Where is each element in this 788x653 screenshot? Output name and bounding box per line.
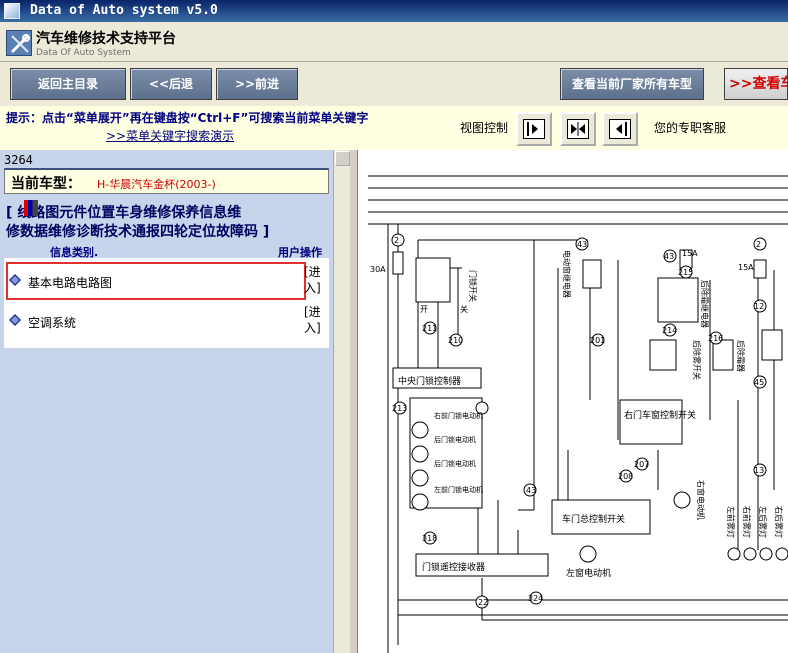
rear-motor1-label: 后门锁电动机 [434,435,476,444]
master-switch-label: 车门总控制开关 [562,513,625,525]
app-title-cn: 汽车维修技术支持平台 [36,31,176,47]
node-label: 201 [590,336,605,345]
open-label: 开 [420,305,428,314]
window-title: Data of Auto system v5.0 [30,3,218,18]
fuse-15a-label: 15A [682,249,698,258]
wiring-diagram[interactable]: 30A 15A 15A 开 关 中央门锁控制器 右门车窗控制开关 车门总控制开关… [358,150,788,653]
list-item[interactable]: 空调系统 [进入] [4,300,329,340]
lf-motor-label: 左前门锁电动机 [434,485,483,494]
node-label: 12 [754,302,764,311]
list-item[interactable]: 基本电路电路图 [进入] [4,260,329,300]
right-window-switch-label: 右门车窗控制开关 [624,409,696,421]
view-split-button[interactable] [560,112,596,146]
node-label: 208 [618,472,633,481]
scroll-up-icon[interactable] [335,151,350,166]
node-label: 318 [422,534,437,543]
view-more-button[interactable]: >>查看车 [724,68,788,100]
forward-button[interactable]: >>前进 [216,68,298,100]
model-code: 3264 [4,153,33,167]
fog-lamp-label: 左前雾灯 [726,506,736,538]
service-label[interactable]: 您的专职客服 [654,119,726,136]
info-nav-line2[interactable]: 修数据维修诊断技术通报四轮定位故障码 ] [6,221,269,241]
left-window-motor-label: 左窗电动机 [566,567,611,579]
view-right-panel-button[interactable] [602,112,638,146]
home-button[interactable]: 返回主目录 [10,68,126,100]
toolbar: 返回主目录 <<后退 >>前进 查看当前厂家所有车型 >>查看车 [0,62,788,106]
close-label: 关 [460,304,468,314]
fog-lamp-label: 右后雾灯 [774,506,784,538]
fuse-30a-label: 30A [370,265,386,274]
view-control-label: 视图控制 [460,121,509,135]
enter-button[interactable]: [进入] [304,304,326,336]
app-title-en: Data Of Auto System [36,48,131,58]
current-model-value: H-华晨汽车金杯(2003-) [97,178,216,191]
wiring-diagram-svg: 30A 15A 15A 开 关 中央门锁控制器 右门车窗控制开关 车门总控制开关… [368,175,788,653]
fuse-15a-label-2: 15A [738,263,754,272]
book-icon [9,274,21,286]
defogger-label: 后除霜器 [736,340,746,372]
view-left-arrow-icon [609,119,631,139]
search-demo-link[interactable]: >>菜单关键字搜索演示 [106,127,234,144]
node-label: 214 [662,326,677,335]
enter-button[interactable]: [进入] [304,264,326,296]
all-models-button[interactable]: 查看当前厂家所有车型 [560,68,704,100]
window-titlebar: Data of Auto system v5.0 [0,0,788,22]
left-scrollbar[interactable] [333,150,350,653]
node-label: 215 [678,268,693,277]
info-list: 基本电路电路图 [进入] 空调系统 [进入] [4,258,329,348]
books-icon [24,200,38,216]
rf-motor-label: 右前门锁电动机 [434,411,483,420]
window-relay-label: 电动窗继电器 [562,250,572,298]
node-label: 22 [478,598,488,607]
view-right-arrow-icon [523,119,545,139]
node-label: 13 [754,466,764,475]
rear-motor2-label: 后门锁电动机 [434,459,476,468]
panel-splitter[interactable] [350,150,358,653]
node-label: 211 [422,324,437,333]
hint-text: 提示：点击“菜单展开”再在键盘按“Ctrl+F”可搜索当前菜单关键字 [6,111,369,125]
defog-switch-label: 后除雾开关 [692,340,702,380]
current-model-box: 当前车型： H-华晨汽车金杯(2003-) [4,168,329,194]
hint-bar: 提示：点击“菜单展开”再在键盘按“Ctrl+F”可搜索当前菜单关键字 >>菜单关… [0,106,788,150]
info-nav-line1[interactable]: [ 线路图元件位置车身维修保养信息维 [6,202,241,222]
list-item-label: 基本电路电路图 [28,276,113,290]
node-label: 213 [392,404,407,413]
right-window-motor-label: 右窗电动机 [696,480,706,520]
app-system-icon[interactable] [4,3,20,19]
node-label: 210 [448,336,463,345]
book-icon [9,314,21,326]
remote-receiver-label: 门锁遥控接收器 [422,561,485,573]
node-label: 216 [708,334,723,343]
node-label: 43 [526,486,536,495]
node-label: 45 [754,378,764,387]
list-item-label: 空调系统 [28,316,77,330]
left-panel: 3264 当前车型： H-华晨汽车金杯(2003-) [ 线路图元件位置车身维修… [0,150,333,653]
door-switch-label: 门锁开关 [468,270,478,302]
fog-lamp-label: 左后雾灯 [758,506,768,538]
node-label: 2 [756,240,761,249]
fog-lamp-label: 右前雾灯 [742,506,752,538]
view-split-icon [567,119,589,139]
defog-relay-label: 后除霜继电器 [700,280,710,328]
back-button[interactable]: <<后退 [130,68,212,100]
node-label: 324 [528,594,543,603]
node-label: 2 [394,236,399,245]
node-label: 43 [664,252,674,261]
wrench-logo-icon [6,30,32,56]
current-model-label: 当前车型： [11,176,81,192]
node-label: 43 [577,240,587,249]
node-label: 207 [634,460,649,469]
central-lock-label: 中央门锁控制器 [398,375,461,387]
app-header: 汽车维修技术支持平台 Data Of Auto System [0,22,788,62]
view-left-panel-button[interactable] [516,112,552,146]
